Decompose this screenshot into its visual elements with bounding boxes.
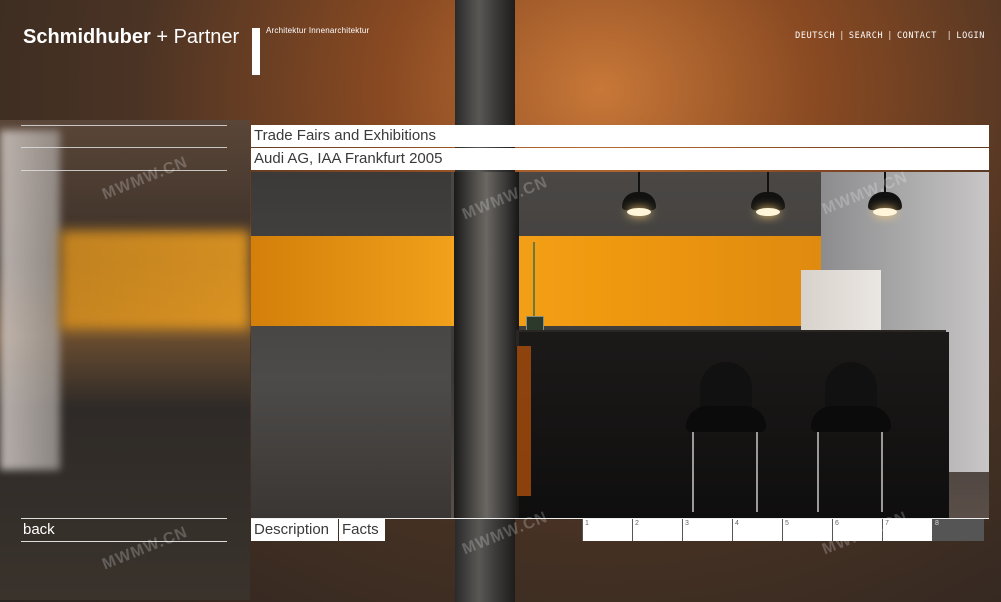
logo-divider-bar (252, 28, 260, 75)
image-pager: 1 2 3 4 5 6 7 8 (582, 519, 984, 541)
nav-separator: | (887, 31, 893, 41)
logo-rest: + Partner (150, 26, 240, 48)
photo-orange-band-left (251, 236, 451, 326)
nav-separator: | (839, 31, 845, 41)
nav-login[interactable]: LOGIN (956, 31, 985, 41)
tab-facts[interactable]: Facts (339, 519, 385, 541)
page-button-8-active[interactable]: 8 (932, 519, 984, 541)
left-divider (21, 125, 227, 126)
nav-contact[interactable]: CONTACT (897, 31, 937, 41)
left-divider (21, 147, 227, 148)
photo-wall (251, 172, 451, 518)
left-divider (21, 170, 227, 171)
pendant-lamp (622, 172, 656, 220)
page-button-5[interactable]: 5 (782, 519, 832, 541)
project-photo (251, 172, 989, 518)
page-button-3[interactable]: 3 (682, 519, 732, 541)
back-row: back (21, 518, 227, 542)
site-logo[interactable]: Schmidhuber + Partner (23, 26, 239, 49)
page-button-4[interactable]: 4 (732, 519, 782, 541)
counter-edge (517, 346, 531, 496)
flower-vase (523, 242, 545, 336)
tagline: Architektur Innenarchitektur (266, 26, 370, 35)
category-title: Trade Fairs and Exhibitions (251, 125, 989, 147)
page-button-2[interactable]: 2 (632, 519, 682, 541)
coffee-machine (801, 270, 881, 332)
background-blur-orange (60, 230, 250, 330)
bar-stool (686, 362, 766, 512)
nav-deutsch[interactable]: DEUTSCH (795, 31, 835, 41)
nav-separator: | (940, 31, 953, 41)
back-link[interactable]: back (21, 521, 55, 538)
project-title: Audi AG, IAA Frankfurt 2005 (251, 148, 989, 170)
background-blur-white (0, 130, 60, 470)
bar-stool (811, 362, 891, 512)
photo-pillar (454, 172, 519, 518)
tab-description[interactable]: Description (251, 519, 338, 541)
top-nav: DEUTSCH | SEARCH | CONTACT | LOGIN (795, 31, 985, 41)
page-button-1[interactable]: 1 (582, 519, 632, 541)
nav-search[interactable]: SEARCH (849, 31, 883, 41)
logo-bold: Schmidhuber (23, 26, 151, 48)
pendant-lamp (751, 172, 785, 220)
